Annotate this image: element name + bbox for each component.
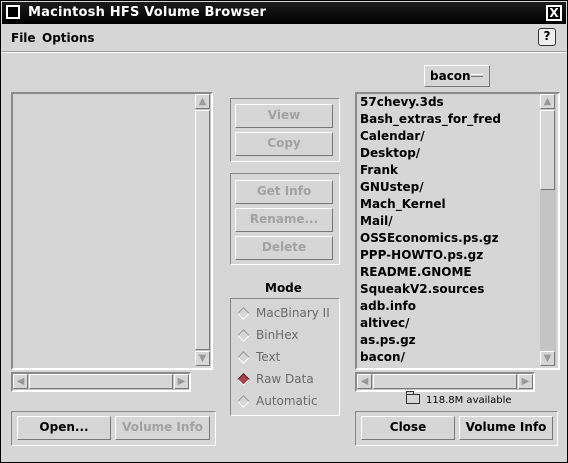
arrow-down-icon[interactable]: ▼ bbox=[540, 351, 555, 366]
radio-raw-data[interactable]: Raw Data bbox=[237, 370, 314, 388]
list-item[interactable]: altivec/ bbox=[358, 315, 538, 332]
list-item[interactable]: adb.info bbox=[358, 298, 538, 315]
arrow-right-icon[interactable]: ▶ bbox=[174, 374, 189, 389]
help-icon[interactable]: ? bbox=[538, 28, 556, 46]
get-info-button[interactable]: Get Info bbox=[235, 180, 333, 204]
radio-text[interactable]: Text bbox=[237, 348, 281, 366]
left-vertical-scrollbar[interactable]: ▲ ▼ bbox=[195, 94, 211, 366]
left-hscroll-thumb[interactable] bbox=[29, 374, 173, 389]
menu-options[interactable]: Options bbox=[42, 31, 95, 45]
copy-button[interactable]: Copy bbox=[235, 132, 333, 156]
window-menu-icon[interactable] bbox=[6, 5, 20, 19]
radio-label: BinHex bbox=[256, 328, 299, 342]
mode-label: Mode bbox=[265, 281, 302, 295]
radio-macbinary[interactable]: MacBinary II bbox=[237, 304, 330, 322]
list-item[interactable]: Mach_Kernel bbox=[358, 196, 538, 213]
list-item[interactable]: Desktop/ bbox=[358, 145, 538, 162]
list-item[interactable]: README.GNOME bbox=[358, 264, 538, 281]
right-vertical-scrollbar[interactable]: ▲ ▼ bbox=[540, 94, 556, 366]
close-button[interactable]: Close bbox=[361, 416, 455, 440]
radio-indicator-icon bbox=[237, 351, 250, 364]
list-item[interactable]: Mail/ bbox=[358, 213, 538, 230]
delete-button[interactable]: Delete bbox=[235, 236, 333, 260]
title-bar[interactable]: Macintosh HFS Volume Browser X bbox=[2, 2, 566, 24]
open-button[interactable]: Open... bbox=[17, 416, 111, 440]
arrow-up-icon[interactable]: ▲ bbox=[540, 94, 555, 109]
window-title: Macintosh HFS Volume Browser bbox=[28, 5, 267, 20]
list-item[interactable]: SqueakV2.sources bbox=[358, 281, 538, 298]
radio-indicator-icon bbox=[237, 373, 250, 386]
menu-separator bbox=[2, 51, 566, 53]
right-file-list[interactable]: 57chevy.3ds Bash_extras_for_fred Calendar/… bbox=[358, 94, 538, 366]
right-horizontal-scrollbar[interactable]: ◀ ▶ bbox=[357, 374, 533, 390]
folder-icon bbox=[406, 391, 420, 404]
volume-dropdown-value: bacon bbox=[430, 69, 471, 83]
list-item[interactable]: PPP-HOWTO.ps.gz bbox=[358, 247, 538, 264]
radio-indicator-icon bbox=[237, 329, 250, 342]
radio-indicator-icon bbox=[237, 307, 250, 320]
rename-button[interactable]: Rename... bbox=[235, 208, 333, 232]
space-available: 118.8M available bbox=[406, 391, 512, 408]
hfs-browser-window: Macintosh HFS Volume Browser X File Opti… bbox=[0, 0, 568, 463]
left-volume-info-button[interactable]: Volume Info bbox=[115, 416, 210, 440]
list-item[interactable]: GNUstep/ bbox=[358, 179, 538, 196]
left-horizontal-scrollbar[interactable]: ◀ ▶ bbox=[13, 374, 189, 390]
list-item[interactable]: as.ps.gz bbox=[358, 332, 538, 349]
available-text: 118.8M available bbox=[426, 395, 512, 406]
radio-label: Automatic bbox=[256, 394, 318, 408]
right-vscroll-thumb[interactable] bbox=[540, 110, 555, 190]
view-button[interactable]: View bbox=[235, 104, 333, 128]
list-item[interactable]: Bash_extras_for_fred bbox=[358, 111, 538, 128]
list-item[interactable]: 57chevy.3ds bbox=[358, 94, 538, 111]
list-item[interactable]: OSSEconomics.ps.gz bbox=[358, 230, 538, 247]
arrow-left-icon[interactable]: ◀ bbox=[357, 374, 372, 389]
arrow-up-icon[interactable]: ▲ bbox=[195, 94, 210, 109]
radio-binhex[interactable]: BinHex bbox=[237, 326, 299, 344]
menu-file[interactable]: File bbox=[11, 31, 36, 45]
left-vscroll-thumb[interactable] bbox=[195, 110, 210, 350]
close-icon[interactable]: X bbox=[546, 5, 562, 21]
list-item[interactable]: bacon/ bbox=[358, 349, 538, 366]
radio-automatic[interactable]: Automatic bbox=[237, 392, 318, 410]
arrow-left-icon[interactable]: ◀ bbox=[13, 374, 28, 389]
list-item[interactable]: Calendar/ bbox=[358, 128, 538, 145]
radio-label: Raw Data bbox=[256, 372, 314, 386]
arrow-down-icon[interactable]: ▼ bbox=[195, 351, 210, 366]
radio-label: MacBinary II bbox=[256, 306, 330, 320]
right-volume-info-button[interactable]: Volume Info bbox=[459, 416, 553, 440]
menu-bar: File Options ? bbox=[2, 25, 566, 51]
volume-dropdown[interactable]: bacon bbox=[424, 65, 490, 87]
list-item[interactable]: Frank bbox=[358, 162, 538, 179]
arrow-right-icon[interactable]: ▶ bbox=[518, 374, 533, 389]
left-file-list[interactable] bbox=[13, 94, 193, 366]
radio-indicator-icon bbox=[237, 395, 250, 408]
right-hscroll-thumb[interactable] bbox=[373, 374, 517, 389]
radio-label: Text bbox=[256, 350, 281, 364]
dropdown-indicator-icon bbox=[471, 74, 483, 77]
